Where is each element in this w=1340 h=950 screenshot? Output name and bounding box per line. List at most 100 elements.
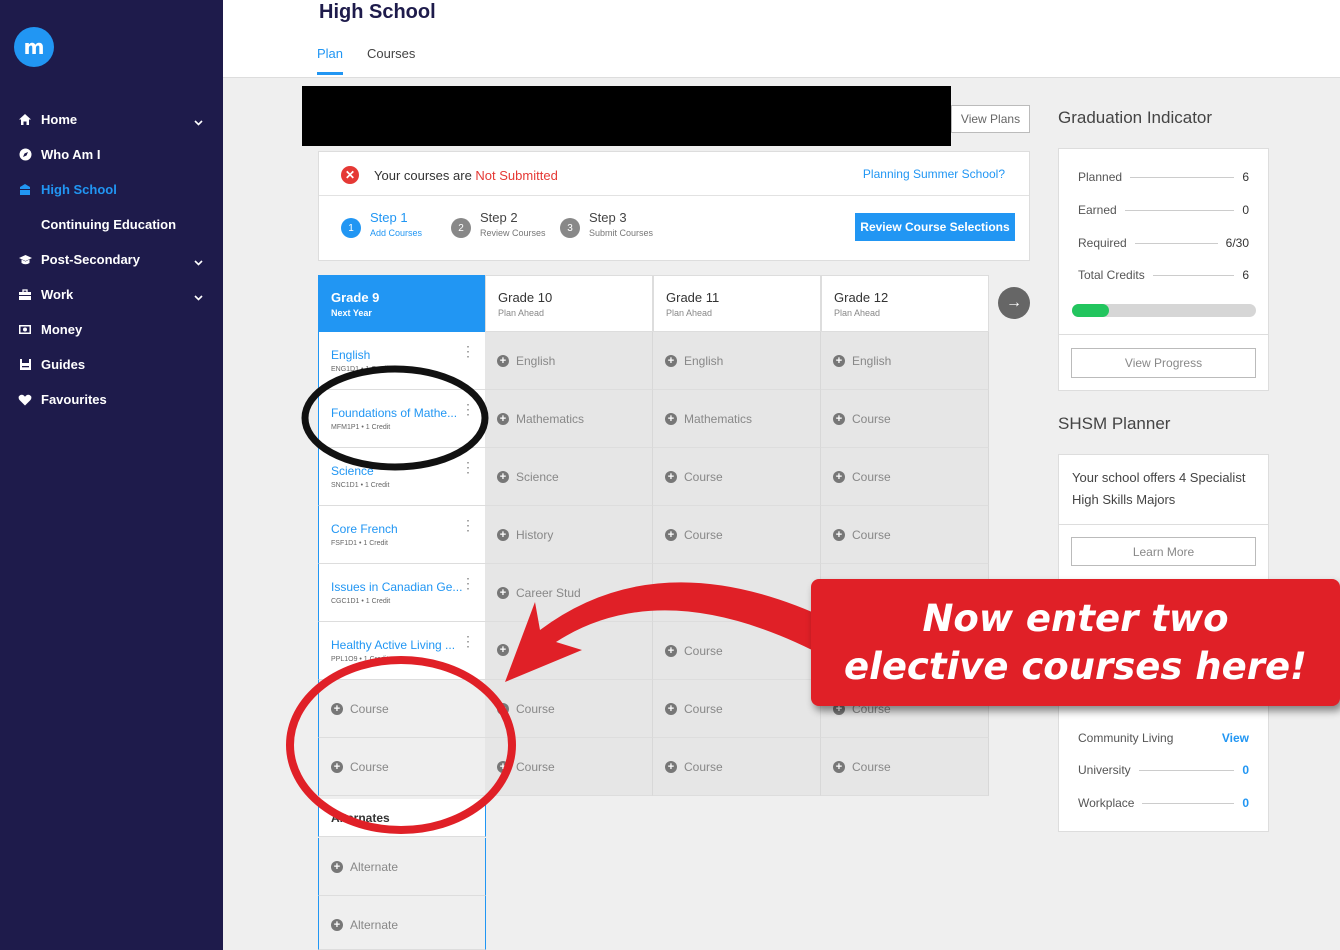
add-course-cell[interactable]: + Course [821,738,989,796]
sidebar-item-label: Post-Secondary [41,252,140,267]
more-options-icon[interactable]: ⋮ [461,518,475,532]
page-title: High School [319,1,436,23]
add-course-cell[interactable]: + English [653,332,821,390]
more-options-icon[interactable]: ⋮ [461,344,475,358]
course-name[interactable]: Core French [331,522,398,536]
add-course-cell[interactable]: + Science [485,448,653,506]
course-name[interactable]: Foundations of Mathe... [331,406,457,420]
app-logo[interactable]: m [14,27,54,67]
tab-courses[interactable]: Courses [367,46,415,72]
add-alternate-cell[interactable]: + Alternate [318,896,486,950]
sidebar-item-label: Money [41,322,83,337]
course-cell[interactable]: Healthy Active Living ... PPL1O9 • 1 Cred… [318,622,486,680]
step-3[interactable]: 3 Step 3 Submit Courses [560,210,653,238]
sidebar-item-home[interactable]: Home [0,102,223,137]
column-grade-11[interactable]: Grade 11 Plan Ahead [653,275,821,332]
course-cell[interactable]: Science SNC1D1 • 1 Credit ⋮ [318,448,486,506]
workplace-row: Workplace 0 [1078,796,1249,810]
add-course-cell[interactable]: + Mathematics [653,390,821,448]
step-1[interactable]: 1 Step 1 Add Courses [341,210,422,238]
course-name[interactable]: Healthy Active Living ... [331,638,455,652]
sidebar-item-favourites[interactable]: Favourites [0,382,223,417]
add-course-cell[interactable]: + Course [821,390,989,448]
add-icon: + [833,529,845,541]
add-course-cell[interactable]: + Course [653,448,821,506]
add-alternate-cell[interactable]: + Alternate [318,838,486,896]
sidebar-item-continuing-education[interactable]: Continuing Education [0,207,223,242]
course-name[interactable]: Science [331,464,374,478]
add-course-cell[interactable]: + Course [318,680,486,738]
add-icon: + [497,644,509,656]
learn-more-button[interactable]: Learn More [1071,537,1256,566]
status-state: Not Submitted [475,168,558,183]
shsm-planner-panel: Your school offers 4 Specialist High Ski… [1058,454,1269,580]
add-course-cell[interactable]: + Course [485,738,653,796]
add-course-cell[interactable]: + Course [653,680,821,738]
sidebar-item-work[interactable]: Work [0,277,223,312]
add-course-cell[interactable]: + English [485,332,653,390]
add-course-cell[interactable]: + Course [653,622,821,680]
view-progress-button[interactable]: View Progress [1071,348,1256,378]
course-cell[interactable]: Core French FSF1D1 • 1 Credit ⋮ [318,506,486,564]
add-course-cell[interactable]: + Mathematics [485,390,653,448]
add-icon: + [331,919,343,931]
add-course-label: Course [684,644,723,658]
more-options-icon[interactable]: ⋮ [461,402,475,416]
step-title: Step 1 [370,210,408,225]
add-icon: + [665,529,677,541]
add-course-cell[interactable]: + History [485,506,653,564]
kv-value[interactable]: View [1222,731,1249,745]
add-course-cell[interactable]: + Course [653,738,821,796]
add-course-label: Course [684,760,723,774]
column-sub: Plan Ahead [834,308,881,318]
more-options-icon[interactable]: ⋮ [461,576,475,590]
more-options-icon[interactable]: ⋮ [461,460,475,474]
tab-plan[interactable]: Plan [317,46,344,75]
view-plans-button[interactable]: View Plans [951,105,1030,133]
column-grade-10[interactable]: Grade 10 Plan Ahead [485,275,653,332]
more-options-icon[interactable]: ⋮ [461,634,475,648]
add-course-label: Course [852,470,891,484]
course-name[interactable]: Issues in Canadian Ge... [331,580,462,594]
kv-value[interactable]: 0 [1242,763,1249,777]
course-name[interactable]: English [331,348,370,362]
add-icon: + [497,413,509,425]
kv-value[interactable]: 0 [1242,796,1249,810]
graduation-indicator-panel: Planned 6 Earned 0 Required 6/30 Total Cred… [1058,148,1269,391]
add-course-cell[interactable]: + English [821,332,989,390]
next-grades-arrow-button[interactable]: → [998,287,1030,319]
column-grade-9[interactable]: Grade 9 Next Year [318,275,486,332]
money-icon [16,324,34,335]
add-course-cell[interactable]: + Course [485,680,653,738]
column-grade-12[interactable]: Grade 12 Plan Ahead [821,275,989,332]
add-course-cell[interactable]: + Course [821,448,989,506]
university-row: University 0 [1078,763,1249,777]
add-course-label: English [684,354,724,368]
add-course-cell[interactable]: + Course [318,738,486,796]
course-cell[interactable]: Foundations of Mathe... MFM1P1 • 1 Credit… [318,390,486,448]
sidebar-item-label: Home [41,112,78,127]
add-course-cell[interactable]: + [485,622,653,680]
step-number: 2 [451,218,471,238]
column-grade: Grade 11 [666,290,720,305]
add-course-cell[interactable]: + Career Stud [485,564,653,622]
graduation-progress-bar [1072,304,1256,317]
column-sub: Next Year [331,308,372,318]
planned-row: Planned 6 [1078,170,1249,184]
add-icon: + [497,529,509,541]
sidebar-item-money[interactable]: Money [0,312,223,347]
sidebar-item-guides[interactable]: Guides [0,347,223,382]
course-cell[interactable]: English ENG1D1 • 1 Credit ⋮ [318,332,486,390]
add-course-cell[interactable]: + Course [653,564,821,622]
step-2[interactable]: 2 Step 2 Review Courses [451,210,546,238]
sidebar-item-high-school[interactable]: High School [0,172,223,207]
sidebar-item-post-secondary[interactable]: Post-Secondary [0,242,223,277]
course-cell[interactable]: Issues in Canadian Ge... CGC1D1 • 1 Credi… [318,564,486,622]
add-course-cell[interactable]: + Course [653,506,821,564]
review-course-selections-button[interactable]: Review Course Selections [855,213,1015,241]
add-course-cell[interactable]: + Course [821,506,989,564]
status-message: Your courses are Not Submitted [374,168,558,183]
add-course-label: Mathematics [684,412,753,426]
sidebar-item-who-am-i[interactable]: Who Am I [0,137,223,172]
summer-school-link[interactable]: Planning Summer School? [863,167,1005,181]
